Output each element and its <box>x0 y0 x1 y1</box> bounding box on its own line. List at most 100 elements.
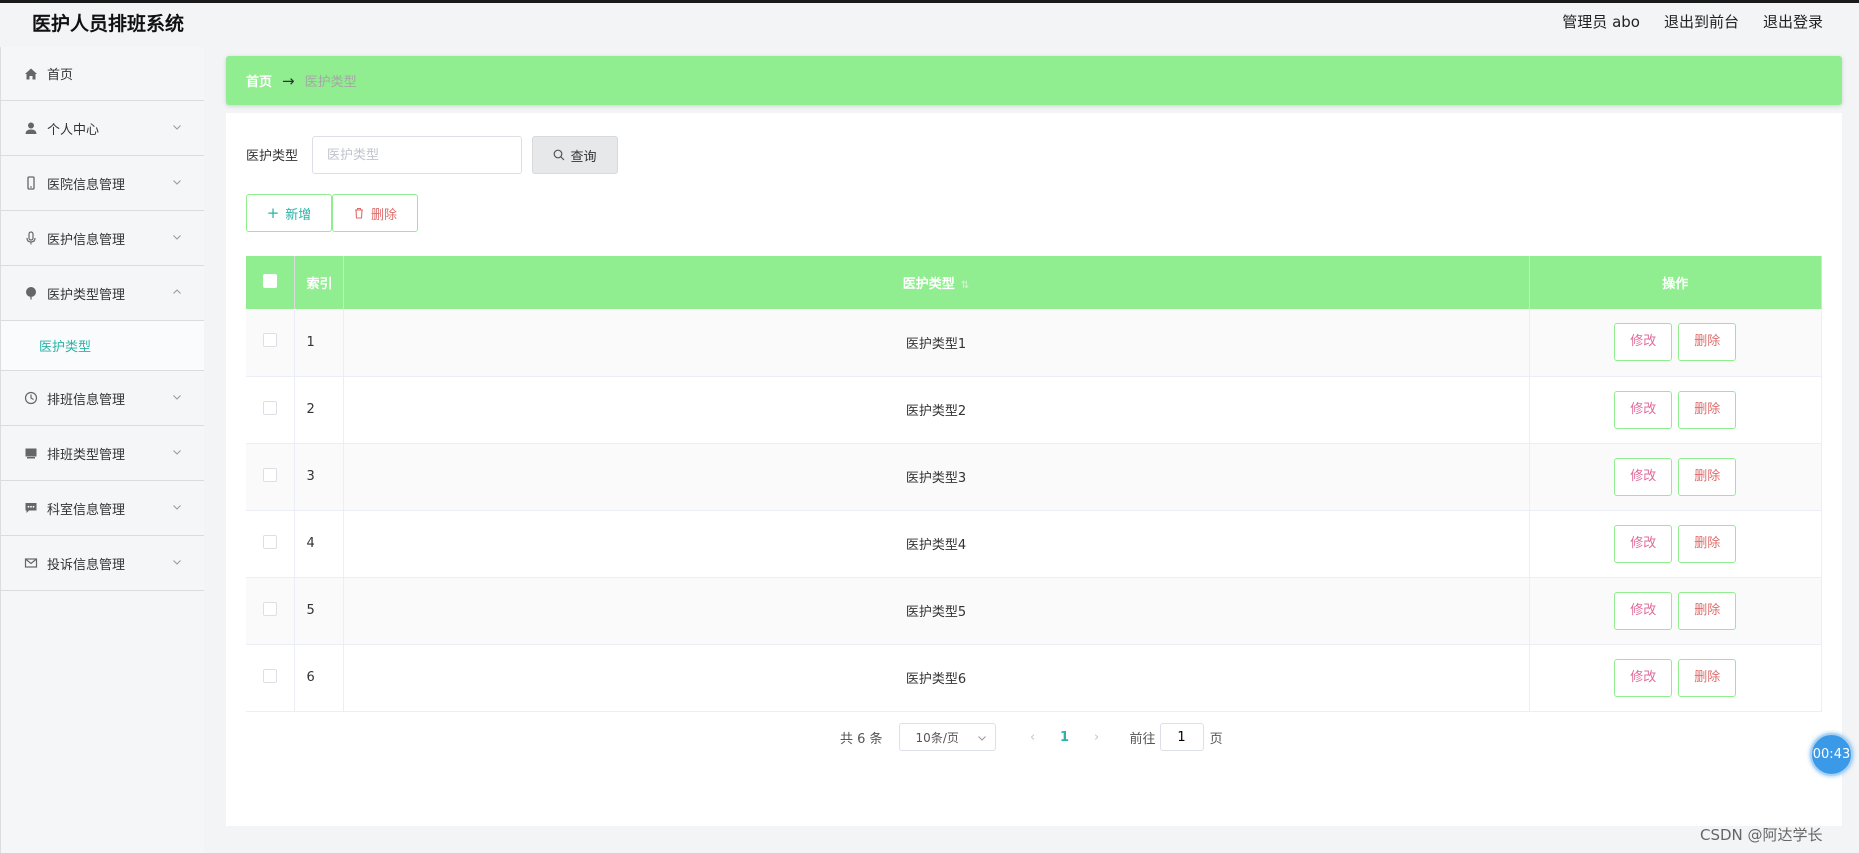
column-header-type[interactable]: 医护类型 ⇅ <box>343 256 1530 309</box>
goto-page-input[interactable] <box>1159 723 1204 751</box>
breadcrumb-home[interactable]: 首页 <box>246 71 272 90</box>
chevron-up-icon <box>173 289 181 294</box>
row-checkbox[interactable] <box>262 534 277 549</box>
chevron-down-icon <box>173 180 181 185</box>
front-link[interactable]: 退出到前台 <box>1664 11 1739 32</box>
sidebar-item-label: 医护类型管理 <box>47 287 126 303</box>
sidebar-item-hospital-info[interactable]: 医院信息管理 <box>1 156 204 211</box>
row-ops: 修改 删除 <box>1529 577 1822 644</box>
select-all-checkbox[interactable] <box>262 273 277 288</box>
row-checkbox[interactable] <box>262 601 277 616</box>
sidebar-item-label: 排班信息管理 <box>47 392 126 408</box>
top-links: 管理员 abo 退出到前台 退出登录 <box>1562 11 1823 32</box>
sort-icon[interactable]: ⇅ <box>961 280 969 291</box>
search-button-label: 查询 <box>570 149 597 165</box>
edit-button[interactable]: 修改 <box>1614 323 1673 362</box>
row-index: 5 <box>294 577 344 644</box>
row-checkbox[interactable] <box>262 400 277 415</box>
home-icon <box>23 66 39 82</box>
row-type: 医护类型2 <box>343 376 1530 443</box>
batch-delete-label: 删除 <box>370 207 397 223</box>
delete-button[interactable]: 删除 <box>1678 591 1737 630</box>
row-checkbox[interactable] <box>262 333 277 348</box>
search-label: 医护类型 <box>246 149 299 164</box>
table-row: 4 医护类型4 修改 删除 <box>246 510 1822 577</box>
sidebar-subitem-medical-type[interactable]: 医护类型 <box>1 321 204 371</box>
globe-icon <box>23 285 39 301</box>
next-page-button[interactable]: › <box>1082 730 1112 745</box>
row-type: 医护类型5 <box>343 577 1530 644</box>
admin-label: 管理员 abo <box>1562 13 1640 31</box>
breadcrumb-current: 医护类型 <box>304 75 357 90</box>
delete-button[interactable]: 删除 <box>1678 658 1737 697</box>
row-ops: 修改 删除 <box>1529 376 1822 443</box>
prev-page-button[interactable]: ‹ <box>1018 730 1048 745</box>
row-index: 4 <box>294 510 344 577</box>
goto-suffix: 页 <box>1209 731 1223 747</box>
sidebar-item-schedule-info[interactable]: 排班信息管理 <box>1 371 204 426</box>
row-type: 医护类型6 <box>343 644 1530 711</box>
delete-button[interactable]: 删除 <box>1678 323 1737 362</box>
sidebar-item-personal-center[interactable]: 个人中心 <box>1 101 204 156</box>
pagination: 共 6 条 10条/页 ‹ 1 › 前往 页 <box>840 723 1223 751</box>
breadcrumb: 首页 → 医护类型 <box>226 56 1842 105</box>
add-button[interactable]: + 新增 <box>246 194 332 232</box>
box-icon <box>23 445 39 461</box>
page-size-select[interactable]: 10条/页 <box>898 723 996 751</box>
logout-link[interactable]: 退出登录 <box>1763 11 1823 32</box>
trash-icon <box>354 207 363 219</box>
microphone-icon <box>23 230 39 246</box>
chat-icon <box>23 500 39 516</box>
delete-button[interactable]: 删除 <box>1678 524 1737 563</box>
delete-button[interactable]: 删除 <box>1678 457 1737 496</box>
row-ops: 修改 删除 <box>1529 309 1822 376</box>
row-checkbox-cell <box>246 577 295 644</box>
chevron-down-icon <box>173 505 181 510</box>
row-checkbox[interactable] <box>262 467 277 482</box>
chevron-down-icon <box>977 736 986 741</box>
row-checkbox[interactable] <box>262 668 277 683</box>
page-size-value: 10条/页 <box>915 730 959 745</box>
sidebar-item-medical-info[interactable]: 医护信息管理 <box>1 211 204 266</box>
row-index: 2 <box>294 376 344 443</box>
edit-button[interactable]: 修改 <box>1614 457 1673 496</box>
sidebar-item-home[interactable]: 首页 <box>1 47 204 101</box>
goto-prefix: 前往 <box>1129 731 1156 747</box>
chevron-down-icon <box>173 560 181 565</box>
sidebar-item-label: 医护信息管理 <box>47 232 126 248</box>
edit-button[interactable]: 修改 <box>1614 524 1673 563</box>
sidebar-item-medical-type[interactable]: 医护类型管理 <box>1 266 204 321</box>
row-type: 医护类型4 <box>343 510 1530 577</box>
data-table: 索引 医护类型 ⇅ 操作 1 医护类型1 修改 删除 2 医护类型2 修改 删除 3 … <box>246 256 1822 712</box>
row-checkbox-cell <box>246 443 295 510</box>
sidebar-item-complaint-info[interactable]: 投诉信息管理 <box>1 536 204 591</box>
sidebar-item-label: 科室信息管理 <box>47 502 126 518</box>
row-type: 医护类型1 <box>343 309 1530 376</box>
edit-button[interactable]: 修改 <box>1614 658 1673 697</box>
sidebar: 首页 个人中心 医院信息管理 医护信息管理 医护类型管理 医护类型 排班信息管理… <box>0 47 204 853</box>
breadcrumb-arrow: → <box>282 71 295 90</box>
delete-button[interactable]: 删除 <box>1678 390 1737 429</box>
table-row: 3 医护类型3 修改 删除 <box>246 443 1822 510</box>
sidebar-item-department-info[interactable]: 科室信息管理 <box>1 481 204 536</box>
page-number-current[interactable]: 1 <box>1048 730 1082 745</box>
search-input[interactable] <box>312 136 522 174</box>
add-button-label: 新增 <box>285 207 312 223</box>
row-ops: 修改 删除 <box>1529 644 1822 711</box>
row-checkbox-cell <box>246 376 295 443</box>
edit-button[interactable]: 修改 <box>1614 390 1673 429</box>
row-checkbox-cell <box>246 644 295 711</box>
sidebar-item-schedule-type[interactable]: 排班类型管理 <box>1 426 204 481</box>
search-button[interactable]: 查询 <box>532 136 618 174</box>
edit-button[interactable]: 修改 <box>1614 591 1673 630</box>
timer-badge[interactable]: 00:43 <box>1810 733 1853 776</box>
batch-delete-button[interactable]: 删除 <box>332 194 418 232</box>
pagination-total: 共 6 条 <box>840 731 883 747</box>
table-row: 5 医护类型5 修改 删除 <box>246 577 1822 644</box>
chevron-down-icon <box>173 450 181 455</box>
row-type: 医护类型3 <box>343 443 1530 510</box>
row-ops: 修改 删除 <box>1529 443 1822 510</box>
sidebar-item-label: 排班类型管理 <box>47 447 126 463</box>
table-header: 索引 医护类型 ⇅ 操作 <box>246 256 1822 309</box>
row-ops: 修改 删除 <box>1529 510 1822 577</box>
